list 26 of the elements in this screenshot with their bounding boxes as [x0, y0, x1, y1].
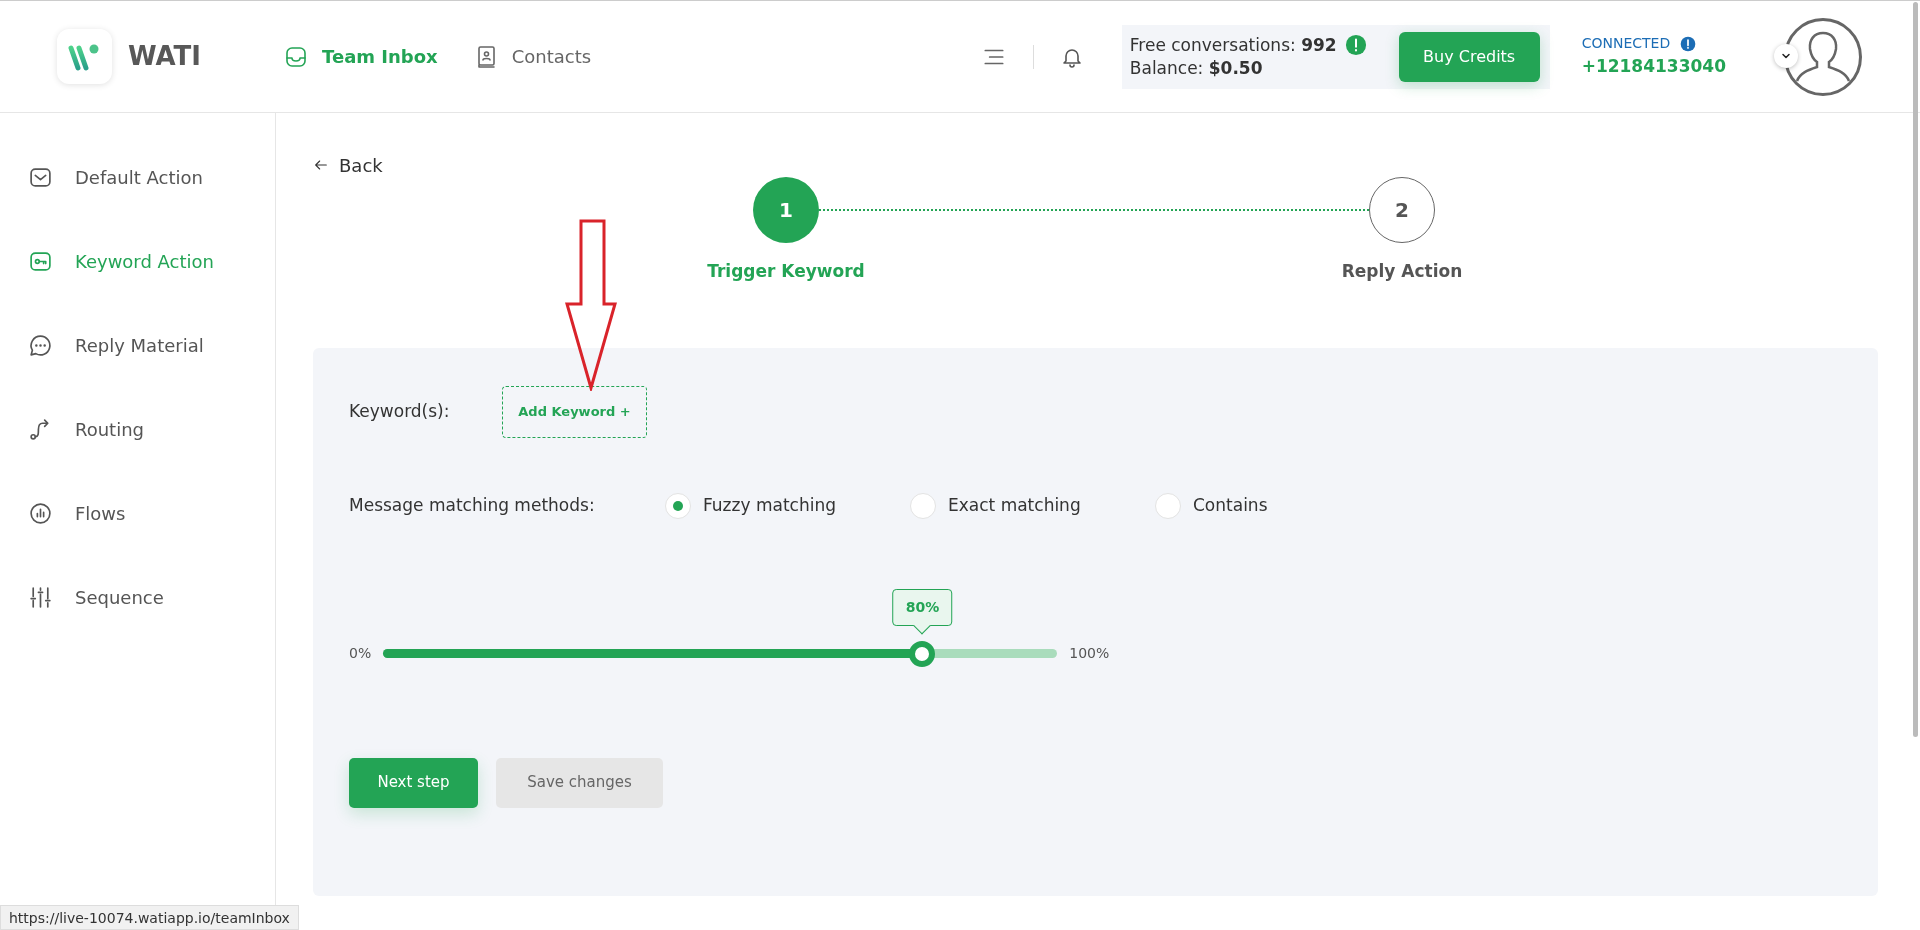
- sidebar-item[interactable]: Sequence: [0, 555, 275, 639]
- nav-tab[interactable]: Contacts: [473, 37, 592, 76]
- radio-label[interactable]: Contains: [1193, 492, 1268, 519]
- radio-label[interactable]: Fuzzy matching: [703, 492, 836, 519]
- connection-status: CONNECTED: [1581, 34, 1671, 54]
- step-number: 1: [753, 177, 819, 243]
- sidebar-item[interactable]: Reply Material: [0, 303, 275, 387]
- field-label: Keyword(s):: [349, 399, 451, 423]
- slider-value-tooltip: 80%: [892, 589, 953, 626]
- field-label: Message matching methods:: [349, 493, 596, 517]
- slider-max-label: 100%: [1069, 644, 1110, 663]
- logo-text: WATI: [128, 40, 202, 73]
- free-conversations-text: Free conversations: 992: [1129, 33, 1337, 57]
- phone-number: +12184133040: [1581, 55, 1726, 79]
- sidebar-item[interactable]: Default Action: [0, 135, 275, 219]
- sidebar-item[interactable]: Routing: [0, 387, 275, 471]
- status-bar-url: https://live-10074.watiapp.io/teamInbox: [0, 905, 299, 930]
- radio-label[interactable]: Exact matching: [948, 492, 1081, 519]
- step-label: Reply Action: [1341, 260, 1463, 283]
- back-link[interactable]: Back: [313, 153, 383, 177]
- step-number: 2: [1369, 177, 1435, 243]
- balance-text: Balance: $0.50: [1129, 56, 1264, 80]
- slider-min-label: 0%: [349, 644, 372, 663]
- step-label: Trigger Keyword: [707, 260, 865, 283]
- sidebar-item[interactable]: Flows: [0, 471, 275, 555]
- save-changes-button[interactable]: Save changes: [496, 757, 663, 808]
